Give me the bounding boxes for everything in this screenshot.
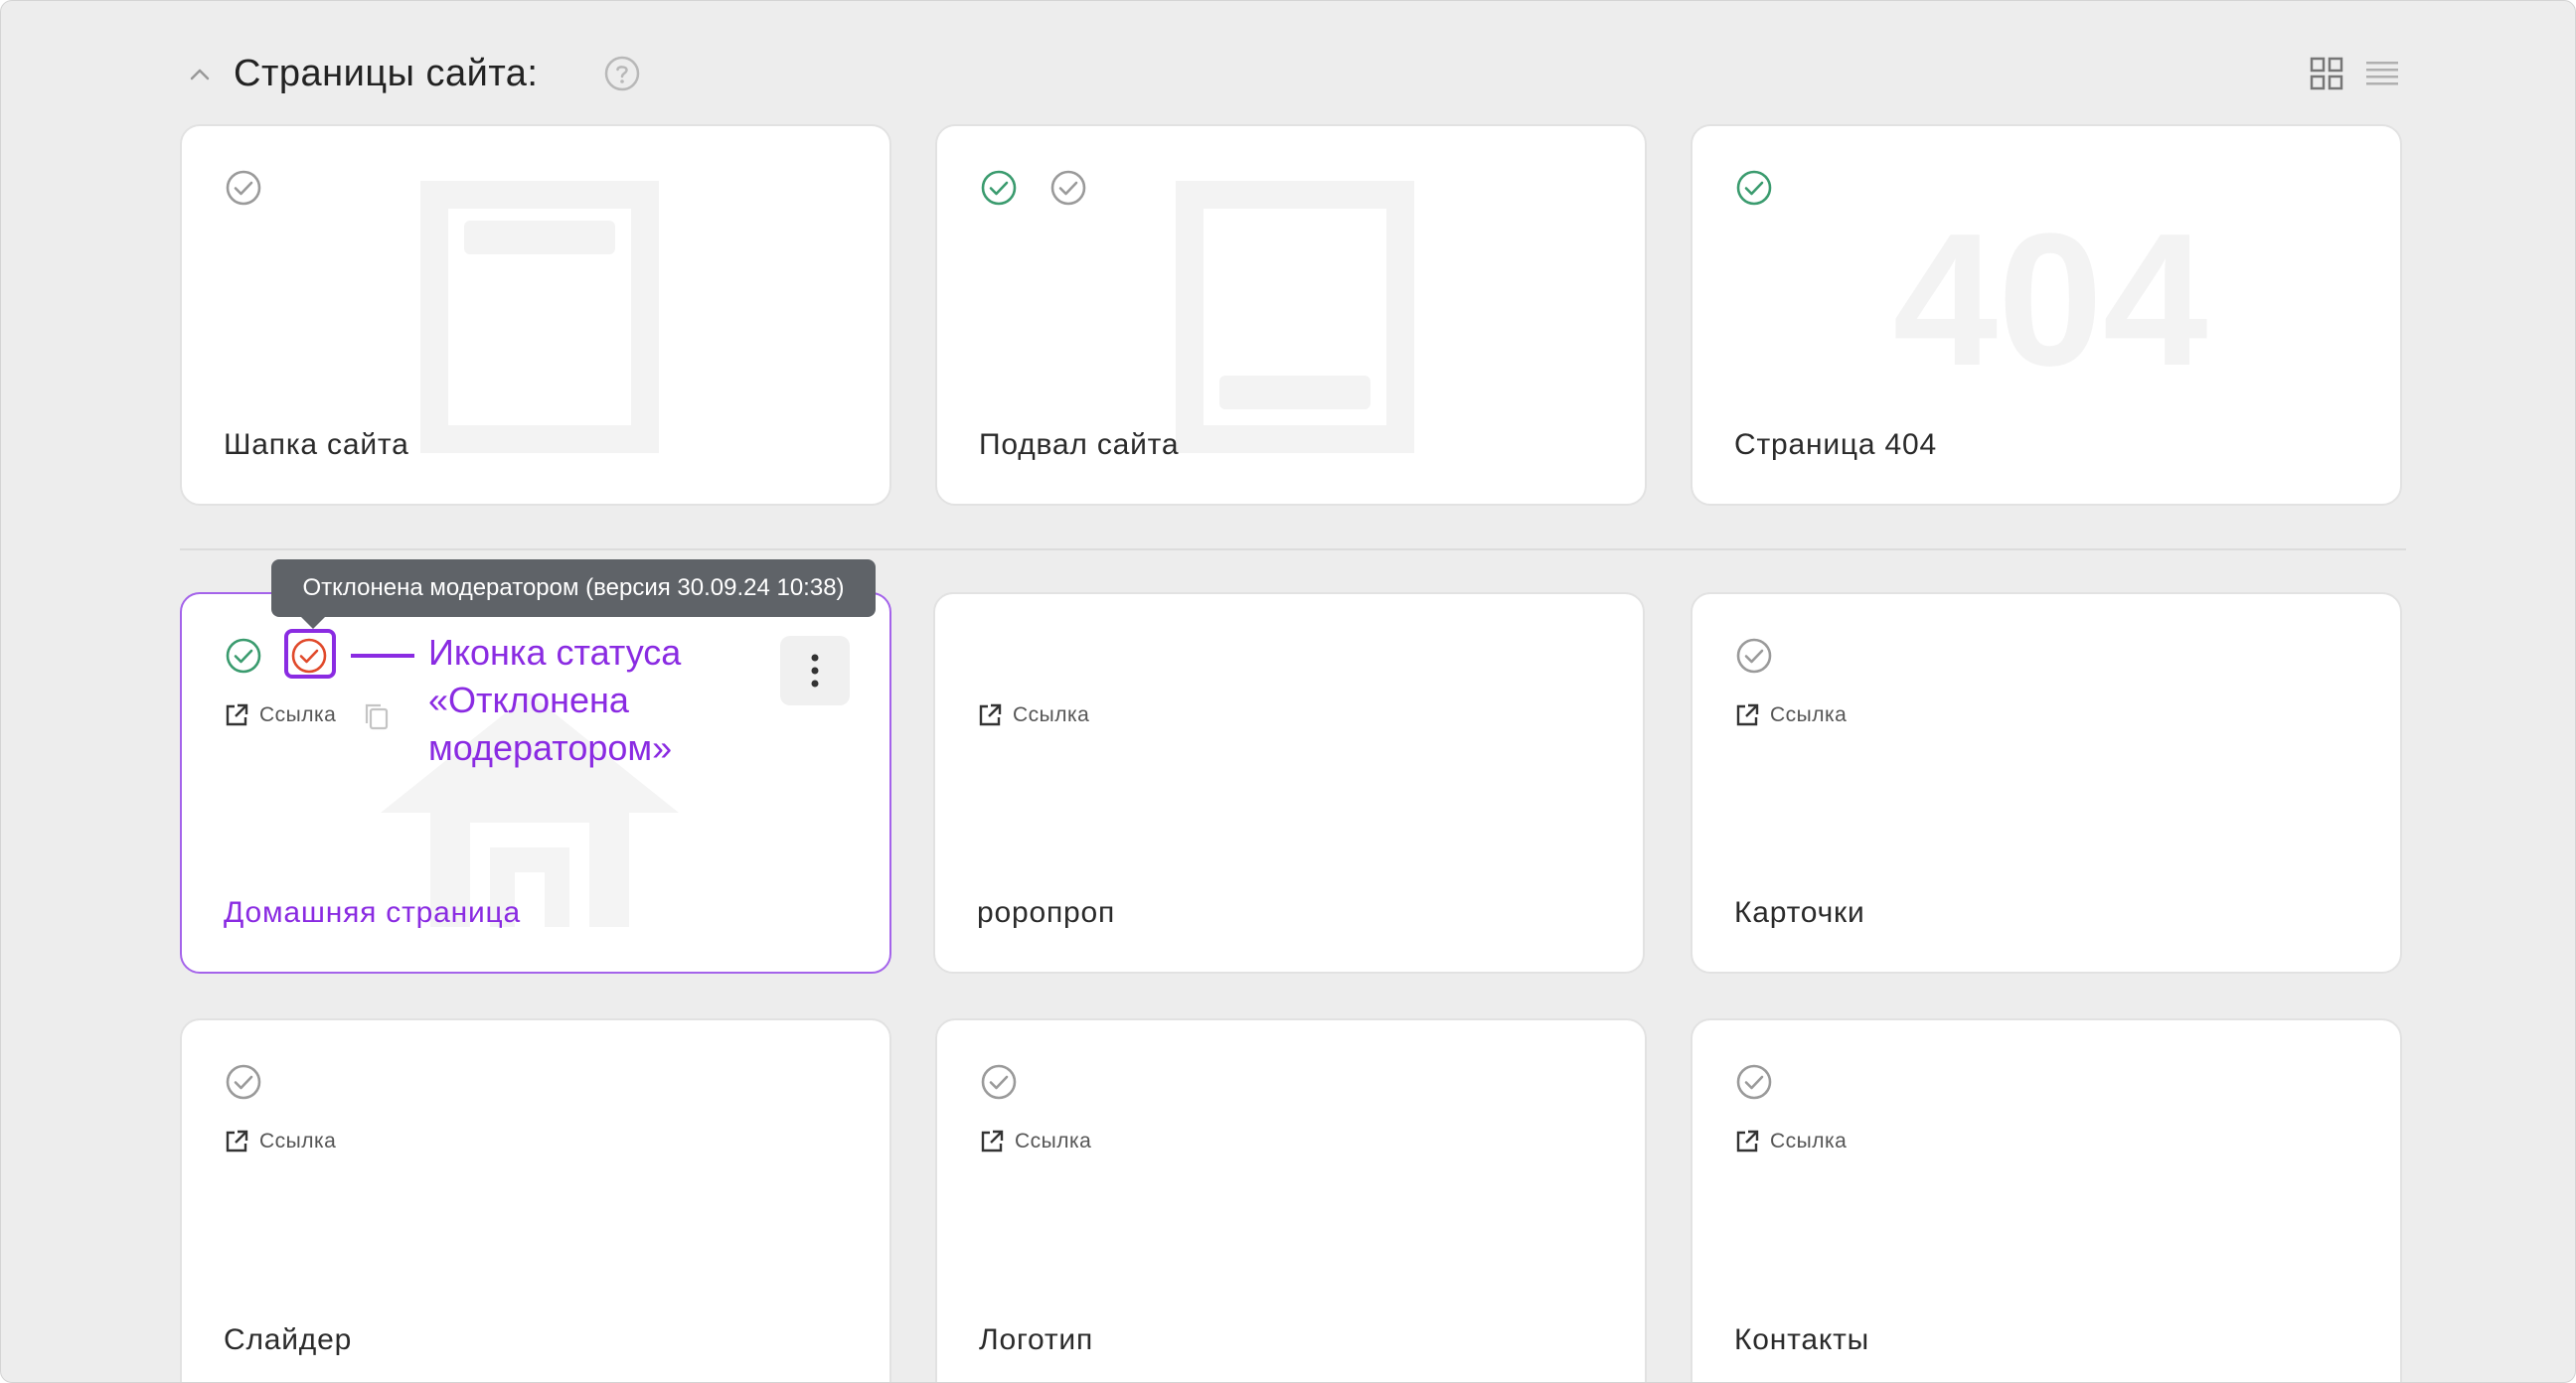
external-link-icon	[226, 1130, 248, 1152]
callout-line-1: Иконка статуса	[428, 632, 682, 673]
card-title: Домашняя страница	[224, 896, 522, 929]
page-card-header[interactable]: Шапка сайта	[180, 124, 891, 506]
page-card[interactable]: Ссылка Карточки	[1690, 592, 2402, 974]
status-tooltip: Отклонена модератором (версия 30.09.24 1…	[271, 559, 876, 617]
link-label: Ссылка	[259, 1130, 337, 1152]
annotation-line	[351, 654, 414, 658]
tooltip-arrow	[301, 617, 325, 629]
section-divider	[180, 548, 2406, 550]
external-link-icon	[1736, 703, 1759, 726]
external-link-icon	[979, 703, 1002, 726]
status-neutral-icon	[1736, 1064, 1772, 1100]
external-link-icon	[981, 1130, 1004, 1152]
card-title: Шапка сайта	[224, 428, 409, 461]
more-menu-button[interactable]	[780, 636, 850, 705]
status-neutral-icon	[1050, 170, 1086, 206]
footer-page-illustration	[1176, 181, 1414, 453]
page-card[interactable]: Ссылка Слайдер	[180, 1018, 891, 1382]
page-card-404[interactable]: 404 Страница 404	[1690, 124, 2402, 506]
status-neutral-icon	[226, 170, 261, 206]
status-ok-icon	[981, 170, 1017, 206]
link-label: Ссылка	[259, 703, 337, 726]
question-circle-icon[interactable]	[602, 54, 642, 93]
page-card[interactable]: Ссылка Контакты	[1690, 1018, 2402, 1382]
status-neutral-icon	[226, 1064, 261, 1100]
page-link[interactable]: Ссылка	[977, 700, 1089, 730]
link-label: Ссылка	[1013, 703, 1090, 726]
status-neutral-icon	[981, 1064, 1017, 1100]
page-link[interactable]: Ссылка	[1734, 700, 1847, 730]
callout-line-3: модератором»	[428, 727, 673, 768]
external-link-icon	[1736, 1130, 1759, 1152]
card-title: Подвал сайта	[979, 428, 1180, 461]
404-illustration: 404	[1892, 216, 2207, 394]
page-link[interactable]: Ссылка	[224, 1127, 336, 1156]
status-ok-icon	[1736, 170, 1772, 206]
callout-line-2: «Отклонена	[428, 680, 629, 720]
section-title: Страницы сайта:	[234, 53, 539, 94]
header-page-illustration	[420, 181, 659, 453]
chevron-up-icon[interactable]	[186, 61, 214, 88]
copy-icon[interactable]	[363, 701, 391, 731]
more-vertical-icon	[811, 654, 819, 688]
card-title: Слайдер	[224, 1323, 353, 1356]
card-title: Контакты	[1734, 1323, 1869, 1356]
page-card[interactable]: Ссылка роропроп	[933, 592, 1645, 974]
page-link[interactable]: Ссылка	[224, 700, 336, 730]
page-card-footer[interactable]: Подвал сайта	[935, 124, 1647, 506]
card-title: Карточки	[1734, 896, 1865, 929]
app-frame: Страницы сайта: Шапка сайта Подвал сайта…	[0, 0, 2576, 1383]
svg-text:404: 404	[1892, 216, 2207, 394]
card-title: Логотип	[979, 1323, 1094, 1356]
page-link[interactable]: Ссылка	[979, 1127, 1091, 1156]
card-title: Страница 404	[1734, 428, 1937, 461]
link-label: Ссылка	[1770, 703, 1848, 726]
card-title: роропроп	[977, 896, 1115, 929]
list-view-icon[interactable]	[2364, 57, 2400, 90]
link-label: Ссылка	[1770, 1130, 1848, 1152]
section-header: Страницы сайта:	[180, 49, 2406, 98]
annotation-callout: Иконка статуса «Отклонена модератором»	[428, 629, 786, 772]
status-neutral-icon	[1736, 638, 1772, 674]
status-ok-icon	[226, 638, 261, 674]
grid-view-icon[interactable]	[2310, 57, 2343, 90]
page-link[interactable]: Ссылка	[1734, 1127, 1847, 1156]
page-card[interactable]: Ссылка Логотип	[935, 1018, 1647, 1382]
link-label: Ссылка	[1015, 1130, 1092, 1152]
annotation-highlight	[284, 629, 336, 679]
external-link-icon	[226, 703, 248, 726]
